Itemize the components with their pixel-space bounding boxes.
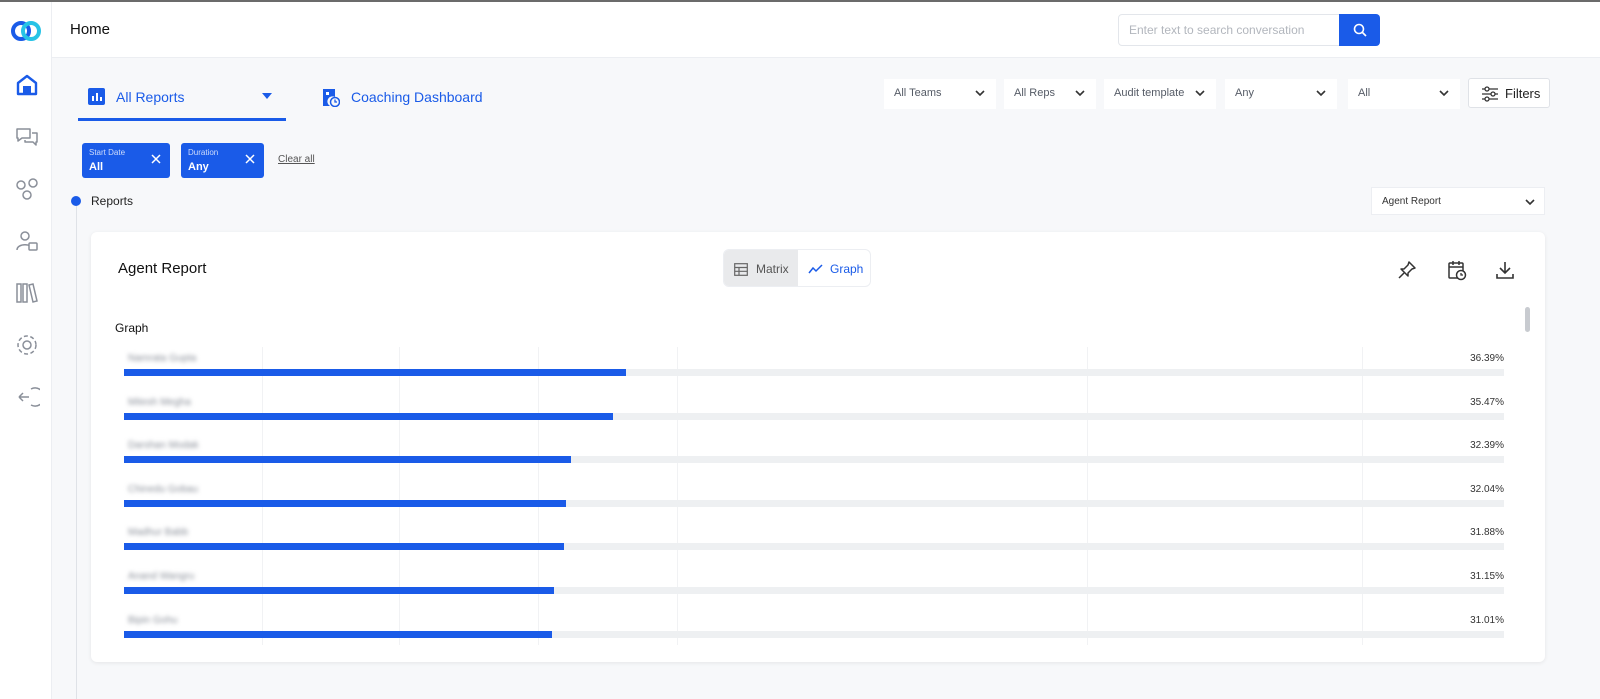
graph-area: Graph Namrata Gupta 36.39% Mitesh Megha 35.… [102, 307, 1532, 645]
bar-label: Darshan Modak [128, 440, 199, 452]
filter-chip-start-date[interactable]: Start Date All [82, 143, 170, 178]
chip-value: Any [188, 161, 209, 173]
users-icon[interactable] [14, 228, 40, 254]
bar-row: Darshan Modak 32.39% [124, 440, 1504, 484]
line-chart-icon [808, 264, 823, 274]
chip-key: Duration [188, 148, 219, 157]
report-card: Agent Report Matrix Graph Graph Namrata … [91, 232, 1545, 662]
report-type-dropdown[interactable]: Agent Report [1371, 187, 1545, 215]
schedule-icon[interactable] [1446, 259, 1468, 281]
bar-value-label: 32.39% [1470, 440, 1504, 452]
pin-icon[interactable] [1396, 259, 1418, 281]
page-title: Home [70, 21, 111, 38]
sliders-icon [1482, 86, 1498, 102]
tab-coaching-dashboard[interactable]: Coaching Dashboard [322, 77, 522, 121]
bar-label: Madhur Babb [128, 527, 189, 539]
search-input[interactable] [1118, 14, 1340, 46]
toggle-label: Matrix [756, 262, 789, 276]
bar-row: Chinedu Gobau 32.04% [124, 484, 1504, 528]
bar-value-label: 31.88% [1470, 527, 1504, 539]
chevron-down-icon [1316, 90, 1326, 97]
dropdown-value: All Reps [1014, 87, 1055, 99]
bar[interactable] [124, 630, 552, 638]
reps-dropdown[interactable]: All Reps [1004, 79, 1096, 109]
download-icon[interactable] [1494, 259, 1516, 281]
filters-button[interactable]: Filters [1468, 78, 1550, 108]
graph-title: Graph [115, 321, 149, 335]
timeline-line [76, 206, 77, 699]
dropdown-value: Agent Report [1382, 196, 1441, 207]
chevron-down-icon [1195, 90, 1205, 97]
section-label: Reports [91, 194, 134, 208]
bar-row: Madhur Babb 31.88% [124, 527, 1504, 571]
clear-all-link[interactable]: Clear all [278, 154, 315, 165]
filters-label: Filters [1505, 86, 1541, 101]
coaching-icon [322, 88, 341, 108]
bar[interactable] [124, 587, 554, 594]
any-dropdown[interactable]: Any [1225, 79, 1337, 109]
bar[interactable] [124, 456, 571, 464]
matrix-toggle-button[interactable]: Matrix [724, 250, 798, 286]
close-icon[interactable] [150, 153, 162, 165]
dropdown-value: All Teams [894, 87, 942, 99]
home-icon[interactable] [14, 72, 40, 98]
search-icon [1353, 23, 1367, 37]
teams-icon[interactable] [14, 176, 40, 202]
search-button[interactable] [1339, 14, 1380, 46]
logout-icon[interactable] [14, 384, 45, 410]
chip-key: Start Date [89, 148, 126, 157]
bar-value-label: 31.15% [1470, 571, 1504, 582]
timeline-dot [71, 196, 81, 206]
bar-chart-icon [88, 88, 105, 105]
view-toggle: Matrix Graph [723, 249, 871, 287]
bar-value-label: 35.47% [1470, 396, 1504, 408]
conversations-icon[interactable] [14, 124, 40, 150]
bar[interactable] [124, 499, 567, 507]
tab-all-reports[interactable]: All Reports [78, 77, 286, 121]
scrollbar[interactable] [1525, 307, 1530, 332]
filter-chip-duration[interactable]: Duration Any [181, 143, 264, 178]
sidebar [0, 2, 52, 699]
chevron-down-icon [1439, 90, 1449, 97]
app-logo[interactable] [11, 19, 41, 43]
dropdown-value: All [1358, 87, 1371, 99]
bar-row: Namrata Gupta 36.39% [124, 353, 1504, 397]
chevron-down-icon [975, 90, 985, 97]
audit-template-dropdown[interactable]: Audit template [1104, 79, 1216, 109]
bar-value-label: 31.01% [1470, 614, 1504, 626]
close-icon[interactable] [244, 153, 256, 165]
bar[interactable] [124, 412, 614, 420]
bar[interactable] [124, 369, 627, 376]
tab-label: All Reports [116, 89, 185, 105]
settings-icon[interactable] [14, 332, 40, 358]
table-icon [734, 263, 748, 276]
all-dropdown[interactable]: All [1348, 79, 1460, 109]
bar-row: Mitesh Megha 35.47% [124, 397, 1504, 441]
bar-value-label: 36.39% [1470, 353, 1504, 364]
bar-label: Chinedu Gobau [128, 483, 199, 495]
card-title: Agent Report [118, 260, 207, 277]
top-bar: Home [52, 2, 1600, 58]
bar-value-label: 32.04% [1470, 483, 1504, 495]
tab-label: Coaching Dashboard [351, 89, 483, 105]
bar-label: Namrata Gupta [128, 353, 197, 364]
bar-label: Anand Wangru [128, 571, 195, 582]
library-icon[interactable] [14, 280, 40, 306]
dropdown-value: Any [1235, 87, 1254, 99]
toggle-label: Graph [830, 262, 864, 276]
bar[interactable] [124, 543, 564, 551]
bar-label: Mitesh Megha [128, 396, 191, 408]
teams-dropdown[interactable]: All Teams [884, 79, 996, 109]
chevron-down-icon [1525, 199, 1535, 206]
bar-row: Anand Wangru 31.15% [124, 571, 1504, 615]
bar-label: Bipin Gohu [128, 614, 178, 626]
chevron-down-icon [1075, 90, 1085, 97]
graph-toggle-button[interactable]: Graph [798, 250, 870, 286]
bar-row: Bipin Gohu 31.01% [124, 615, 1504, 645]
active-tab-indicator [78, 118, 286, 121]
chip-value: All [89, 161, 104, 173]
chevron-down-icon[interactable] [262, 93, 272, 99]
dropdown-value: Audit template [1114, 87, 1185, 99]
